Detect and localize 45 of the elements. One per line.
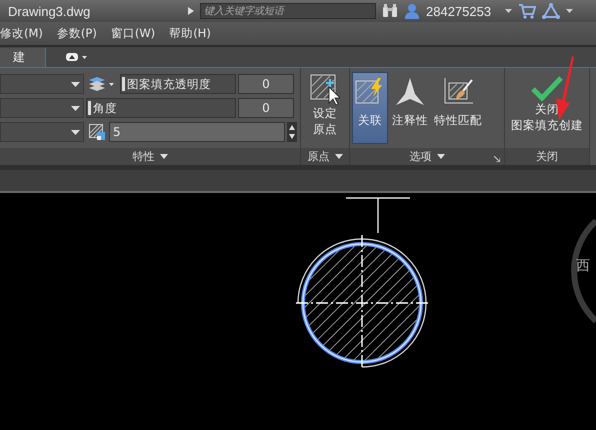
file-name: Drawing3.dwg [8, 4, 92, 18]
compass-direction[interactable]: 西 [576, 257, 590, 275]
caret-icon[interactable] [71, 82, 80, 86]
angle-value[interactable]: 0 [238, 98, 294, 118]
menu-item[interactable]: 修改(M) [0, 26, 43, 41]
caret-icon[interactable] [71, 106, 80, 110]
set-origin-button[interactable]: 设定 原点 [308, 71, 342, 148]
panel-title[interactable]: 特性 [132, 149, 154, 164]
cart-icon[interactable] [518, 3, 536, 19]
dropdown-field[interactable] [0, 98, 84, 118]
angle-field[interactable]: 角度 [86, 98, 236, 118]
transparency-field[interactable]: 图案填充透明度 [120, 74, 236, 94]
ribbon-button[interactable]: 特性匹配 [432, 72, 484, 144]
hatch-scale-icon [89, 124, 105, 140]
spinner-icon[interactable] [287, 122, 297, 142]
ribbon-tab[interactable]: 建 [0, 48, 46, 66]
annotative-icon [394, 77, 426, 107]
crosshair-cursor [345, 197, 411, 234]
expand-icon[interactable] [188, 7, 194, 15]
dropdown-field[interactable] [0, 74, 84, 94]
scale-field[interactable]: 5 [109, 122, 285, 142]
caret-icon[interactable] [566, 9, 574, 13]
transparency-value[interactable]: 0 [238, 74, 294, 94]
menu-item[interactable]: 帮助(H) [169, 26, 211, 41]
user-id[interactable]: 284275253 [426, 4, 492, 18]
search-field[interactable]: 键入关键字或短语 [200, 3, 376, 19]
menu-item[interactable]: 窗口(W) [110, 26, 156, 41]
ribbon-button[interactable]: 关联 [352, 72, 388, 144]
caret-icon[interactable] [160, 154, 168, 159]
panel-title[interactable]: 选项 [410, 149, 432, 164]
binoculars-icon[interactable] [382, 4, 398, 18]
caret-icon[interactable] [505, 9, 512, 13]
caret-icon[interactable] [334, 154, 342, 159]
dropdown-field[interactable] [0, 122, 84, 142]
checkmark-icon [531, 74, 563, 102]
hatch-origin-icon [310, 74, 340, 106]
network-icon[interactable] [542, 3, 560, 19]
close-hatch-button[interactable]: 关闭 图案填充创建 [509, 71, 585, 148]
menu-item[interactable]: 参数(P) [56, 26, 97, 41]
layers-icon[interactable] [88, 76, 116, 92]
caret-icon[interactable] [436, 154, 444, 159]
caret-icon[interactable] [71, 130, 80, 134]
dialog-launcher-icon[interactable] [494, 156, 500, 162]
panel-toggle-icon[interactable] [66, 53, 88, 61]
ribbon-button[interactable]: 注释性 [390, 72, 430, 144]
